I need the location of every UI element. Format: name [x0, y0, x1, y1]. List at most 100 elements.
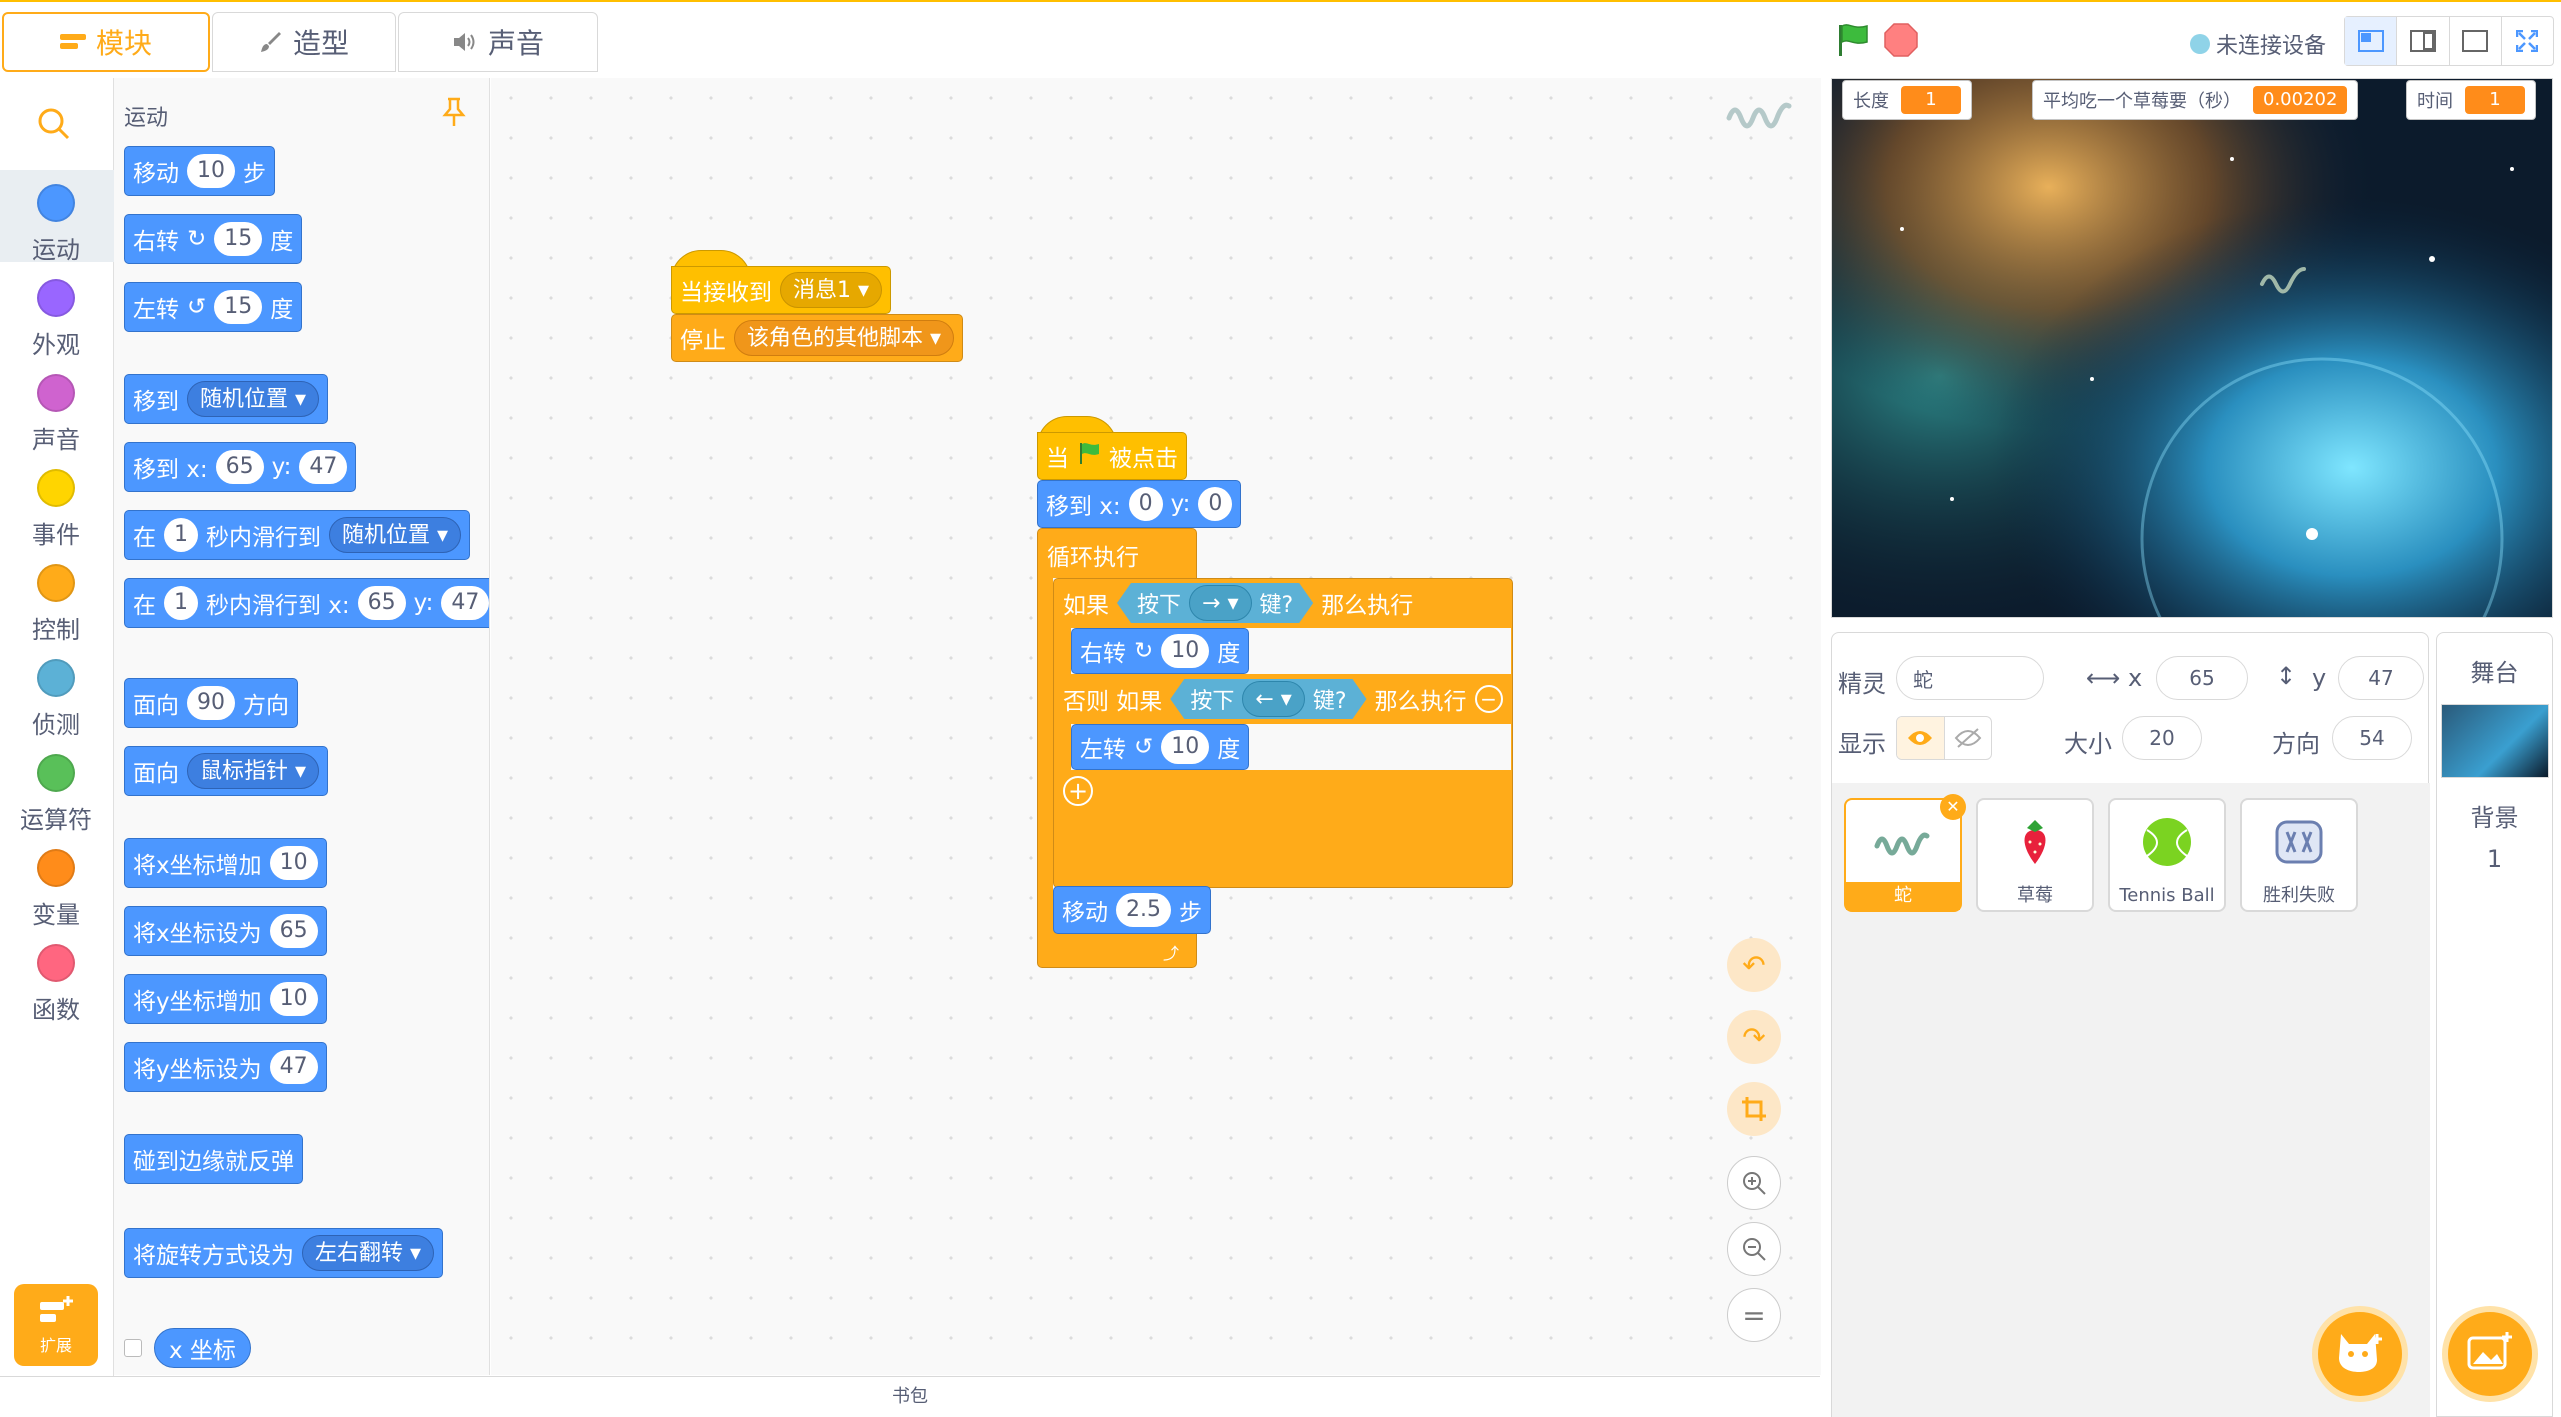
dropdown[interactable]: 消息1 ▾ — [780, 272, 883, 308]
dropdown[interactable]: ← ▾ — [1242, 681, 1304, 717]
block-turn-right[interactable]: 右转 ↻ 10 度 — [1071, 628, 1250, 674]
block-glide-xy[interactable]: 在 1 秒内滑行到 x: 65 y: 47 — [124, 578, 489, 628]
number-input[interactable]: 10 — [269, 982, 318, 1016]
green-flag-icon[interactable] — [1835, 22, 1871, 62]
number-input[interactable]: 47 — [269, 1050, 318, 1084]
direction-input[interactable]: 54 — [2332, 716, 2412, 760]
show-reporter-checkbox[interactable] — [124, 1339, 142, 1357]
category-sound[interactable]: 声音 — [0, 374, 112, 455]
zoom-in-icon[interactable] — [1727, 1156, 1781, 1210]
dropdown[interactable]: 随机位置 ▾ — [329, 517, 462, 553]
block-goto[interactable]: 移到 随机位置 ▾ — [124, 374, 329, 424]
category-events[interactable]: 事件 — [0, 469, 112, 550]
dropdown[interactable]: → ▾ — [1189, 585, 1251, 621]
zoom-reset-icon[interactable]: = — [1727, 1288, 1781, 1342]
category-looks[interactable]: 外观 — [0, 279, 112, 360]
category-control[interactable]: 控制 — [0, 564, 112, 645]
script-area[interactable]: 当接收到 消息1 ▾ 停止 该角色的其他脚本 ▾ 当 被点击 移到 x: 0 y: 0 循环… — [491, 78, 1821, 1375]
x-input[interactable]: 65 — [357, 586, 406, 620]
y-input[interactable]: 47 — [2338, 656, 2424, 700]
eye-icon[interactable] — [1897, 717, 1945, 759]
sprite-tile-tennis-ball[interactable]: Tennis Ball — [2108, 798, 2226, 912]
search-icon[interactable] — [36, 106, 72, 146]
backpack-bar[interactable]: 书包 — [0, 1376, 1820, 1417]
x-input[interactable]: 65 — [215, 450, 264, 484]
number-input[interactable]: 15 — [214, 290, 263, 324]
tab-costumes[interactable]: 造型 — [212, 12, 396, 72]
y-input[interactable]: 47 — [441, 586, 489, 620]
number-input[interactable]: 15 — [214, 222, 263, 256]
number-input[interactable]: 1 — [164, 586, 198, 620]
extension-button[interactable]: 扩展 — [14, 1284, 98, 1366]
undo-icon[interactable]: ↶ — [1727, 938, 1781, 992]
block-x-position[interactable]: x 坐标 — [154, 1328, 251, 1368]
block-change-y[interactable]: 将y坐标增加 10 — [124, 974, 327, 1024]
tab-blocks[interactable]: 模块 — [2, 12, 210, 72]
block-glide[interactable]: 在 1 秒内滑行到 随机位置 ▾ — [124, 510, 471, 560]
add-branch-icon[interactable]: + — [1063, 776, 1093, 806]
stage-pane[interactable]: 舞台 背景 1 — [2436, 632, 2553, 1417]
sprite-tile-strawberry[interactable]: 草莓 — [1976, 798, 2094, 912]
sprite-tile-win-lose[interactable]: 胜利失败 — [2240, 798, 2358, 912]
dropdown[interactable]: 该角色的其他脚本 ▾ — [734, 320, 955, 356]
delete-sprite-icon[interactable]: ✕ — [1940, 794, 1966, 820]
number-input[interactable]: 10 — [187, 154, 235, 188]
dropdown[interactable]: 左右翻转 ▾ — [302, 1235, 435, 1271]
block-when-flag-clicked[interactable]: 当 被点击 — [1037, 432, 1187, 480]
crop-icon[interactable] — [1727, 1082, 1781, 1136]
block-goto-xy[interactable]: 移到 x: 65 y: 47 — [124, 442, 357, 492]
dropdown[interactable]: 随机位置 ▾ — [187, 381, 320, 417]
block-goto-xy[interactable]: 移到 x: 0 y: 0 — [1037, 480, 1242, 528]
block-turn-right[interactable]: 右转 ↻ 15 度 — [124, 214, 303, 264]
block-turn-left[interactable]: 左转 ↺ 10 度 — [1071, 724, 1250, 770]
eye-hidden-icon[interactable] — [1945, 717, 1992, 759]
number-input[interactable]: 10 — [269, 846, 318, 880]
block-move-steps[interactable]: 移动 2.5 步 — [1053, 886, 1211, 934]
block-turn-left[interactable]: 左转 ↺ 15 度 — [124, 282, 303, 332]
block-stop[interactable]: 停止 该角色的其他脚本 ▾ — [671, 314, 964, 362]
category-variables[interactable]: 变量 — [0, 849, 112, 930]
stop-icon[interactable] — [1884, 23, 1918, 61]
block-rotation-style[interactable]: 将旋转方式设为 左右翻转 ▾ — [124, 1228, 444, 1278]
category-operators[interactable]: 运算符 — [0, 754, 112, 835]
x-input[interactable]: 0 — [1128, 487, 1163, 521]
add-sprite-button[interactable] — [2312, 1306, 2408, 1402]
block-point-towards[interactable]: 面向 鼠标指针 ▾ — [124, 746, 329, 796]
block-bounce[interactable]: 碰到边缘就反弹 — [124, 1134, 303, 1184]
pin-icon[interactable] — [440, 96, 468, 132]
block-point-direction[interactable]: 面向 90 方向 — [124, 678, 298, 728]
number-input[interactable]: 1 — [164, 518, 198, 552]
dropdown[interactable]: 鼠标指针 ▾ — [187, 753, 320, 789]
redo-icon[interactable]: ↷ — [1727, 1010, 1781, 1064]
layout-small-stage-icon[interactable] — [2345, 17, 2398, 65]
number-input[interactable]: 2.5 — [1116, 893, 1171, 927]
y-input[interactable]: 47 — [299, 450, 348, 484]
stage[interactable] — [1831, 78, 2553, 618]
sprite-tile-snake[interactable]: ✕ 蛇 — [1844, 794, 1966, 912]
block-set-y[interactable]: 将y坐标设为 47 — [124, 1042, 327, 1092]
number-input[interactable]: 10 — [1161, 634, 1210, 668]
layout-large-stage-icon[interactable] — [2450, 17, 2502, 65]
block-when-receive[interactable]: 当接收到 消息1 ▾ — [671, 266, 892, 314]
key-pressed-condition[interactable]: 按下 → ▾ 键? — [1117, 583, 1313, 623]
zoom-out-icon[interactable] — [1727, 1222, 1781, 1276]
block-set-x[interactable]: 将x坐标设为 65 — [124, 906, 327, 956]
x-input[interactable]: 65 — [2156, 656, 2248, 700]
y-input[interactable]: 0 — [1198, 487, 1233, 521]
category-functions[interactable]: 函数 — [0, 944, 112, 1025]
add-backdrop-button[interactable] — [2442, 1306, 2538, 1402]
fullscreen-icon[interactable] — [2502, 17, 2553, 65]
remove-branch-icon[interactable]: − — [1474, 685, 1503, 713]
layout-normal-stage-icon[interactable] — [2397, 17, 2450, 65]
number-input[interactable]: 10 — [1161, 730, 1210, 764]
block-move-steps[interactable]: 移动 10 步 — [124, 146, 275, 196]
size-input[interactable]: 20 — [2122, 716, 2202, 760]
device-status[interactable]: 未连接设备 — [2190, 28, 2326, 60]
number-input[interactable]: 65 — [269, 914, 318, 948]
block-change-x[interactable]: 将x坐标增加 10 — [124, 838, 327, 888]
number-input[interactable]: 90 — [187, 686, 235, 720]
tab-sounds[interactable]: 声音 — [398, 12, 598, 72]
key-pressed-condition[interactable]: 按下 ← ▾ 键? — [1170, 679, 1366, 719]
category-motion[interactable]: 运动 — [0, 184, 112, 265]
category-sensing[interactable]: 侦测 — [0, 659, 112, 740]
